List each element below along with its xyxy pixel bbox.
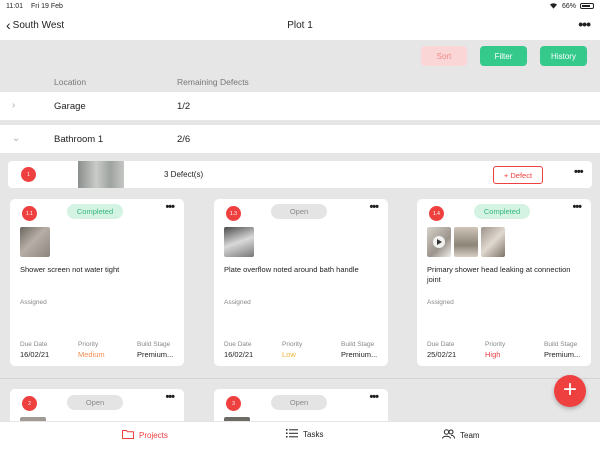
status-badge: Open xyxy=(271,395,327,410)
battery-icon xyxy=(580,3,594,9)
status-badge: Completed xyxy=(67,204,123,219)
build-stage-value: Premium... xyxy=(544,350,581,359)
section-divider xyxy=(0,378,600,379)
status-badge: Open xyxy=(67,395,123,410)
tab-label: Projects xyxy=(139,430,168,440)
defect-count: 3 Defect(s) xyxy=(164,170,204,179)
defect-group-row[interactable]: 1 3 Defect(s) + Defect ••• xyxy=(8,161,592,188)
due-date-label: Due Date xyxy=(427,341,455,348)
defect-card-1-3[interactable]: 1.3 Open ••• Plate overflow noted around… xyxy=(214,199,388,366)
defect-photo[interactable] xyxy=(481,227,505,257)
due-date-value: 16/02/21 xyxy=(224,350,254,359)
add-button[interactable]: + xyxy=(554,375,586,407)
priority-label: Priority xyxy=(78,341,99,348)
tab-projects[interactable]: Projects xyxy=(122,429,168,441)
defect-badge: 1.3 xyxy=(226,206,241,221)
location-row-bathroom-1[interactable]: ⌄ Bathroom 1 2/6 xyxy=(0,125,600,153)
assigned-label: Assigned xyxy=(224,299,251,306)
location-name: Garage xyxy=(54,101,86,112)
location-row-garage[interactable]: › Garage 1/2 xyxy=(0,92,600,120)
defect-badge: 2 xyxy=(22,396,37,411)
people-icon xyxy=(442,429,455,441)
nav-bar: ‹ South West Plot 1 ••• xyxy=(0,12,600,40)
folder-icon xyxy=(122,429,134,441)
build-stage-label: Build Stage xyxy=(137,341,171,348)
defect-badge: 3 xyxy=(226,396,241,411)
tab-label: Tasks xyxy=(303,430,324,439)
defect-group-badge: 1 xyxy=(21,167,36,182)
column-header-remaining: Remaining Defects xyxy=(177,77,249,87)
card-more-button[interactable]: ••• xyxy=(369,391,379,403)
card-more-button[interactable]: ••• xyxy=(369,201,379,213)
chevron-right-icon: › xyxy=(12,100,16,111)
location-count: 1/2 xyxy=(177,101,191,112)
defect-description: Plate overflow noted around bath handle xyxy=(224,265,359,274)
location-name: Bathroom 1 xyxy=(54,134,104,145)
chevron-down-icon: ⌄ xyxy=(12,133,21,144)
assigned-label: Assigned xyxy=(20,299,47,306)
status-date: Fri 19 Feb xyxy=(31,2,63,10)
card-more-button[interactable]: ••• xyxy=(572,201,582,213)
defect-group-thumbnail[interactable] xyxy=(78,161,124,188)
defect-badge: 1.1 xyxy=(22,206,37,221)
defect-video-thumbnail[interactable] xyxy=(427,227,451,257)
priority-label: Priority xyxy=(282,341,303,348)
due-date-value: 25/02/21 xyxy=(427,350,457,359)
column-header-location: Location xyxy=(54,77,87,87)
tab-label: Team xyxy=(460,430,480,440)
add-defect-button[interactable]: + Defect xyxy=(493,166,543,184)
due-date-value: 16/02/21 xyxy=(20,350,50,359)
wifi-icon xyxy=(549,2,558,11)
status-badge: Completed xyxy=(474,204,530,219)
defect-badge: 1.4 xyxy=(429,206,444,221)
priority-label: Priority xyxy=(485,341,506,348)
play-icon xyxy=(433,236,445,248)
filter-button[interactable]: Filter xyxy=(480,46,527,66)
priority-value: Medium xyxy=(78,350,105,359)
tab-tasks[interactable]: Tasks xyxy=(286,429,323,440)
defect-photo[interactable] xyxy=(454,227,478,257)
defect-group-more-button[interactable]: ••• xyxy=(574,166,584,178)
list-icon xyxy=(286,429,298,440)
card-more-button[interactable]: ••• xyxy=(165,201,175,213)
build-stage-value: Premium... xyxy=(341,350,378,359)
build-stage-value: Premium... xyxy=(137,350,174,359)
defect-description: Primary shower head leaking at connectio… xyxy=(427,265,571,284)
sort-button[interactable]: Sort xyxy=(421,46,467,66)
location-count: 2/6 xyxy=(177,134,191,145)
tab-bar: Projects Tasks Team xyxy=(0,421,600,450)
defect-card-1-1[interactable]: 1.1 Completed ••• Shower screen not wate… xyxy=(10,199,184,366)
priority-value: High xyxy=(485,350,501,359)
due-date-label: Due Date xyxy=(224,341,252,348)
defect-card-1-4[interactable]: 1.4 Completed ••• Primary shower head le… xyxy=(417,199,591,366)
defect-photo[interactable] xyxy=(20,227,50,257)
build-stage-label: Build Stage xyxy=(341,341,375,348)
status-bar: 11:01 Fri 19 Feb 66% xyxy=(0,0,600,12)
tab-team[interactable]: Team xyxy=(442,429,480,441)
defect-description: Shower screen not water tight xyxy=(20,265,120,274)
history-button[interactable]: History xyxy=(540,46,587,66)
defect-photo[interactable] xyxy=(224,227,254,257)
priority-value: Low xyxy=(282,350,296,359)
battery-percent: 66% xyxy=(561,2,576,10)
due-date-label: Due Date xyxy=(20,341,48,348)
status-badge: Open xyxy=(271,204,327,219)
page-title: Plot 1 xyxy=(287,20,313,31)
assigned-label: Assigned xyxy=(427,299,454,306)
card-more-button[interactable]: ••• xyxy=(165,391,175,403)
more-options-button[interactable]: ••• xyxy=(578,16,591,32)
build-stage-label: Build Stage xyxy=(544,341,578,348)
status-time: 11:01 xyxy=(6,2,23,10)
